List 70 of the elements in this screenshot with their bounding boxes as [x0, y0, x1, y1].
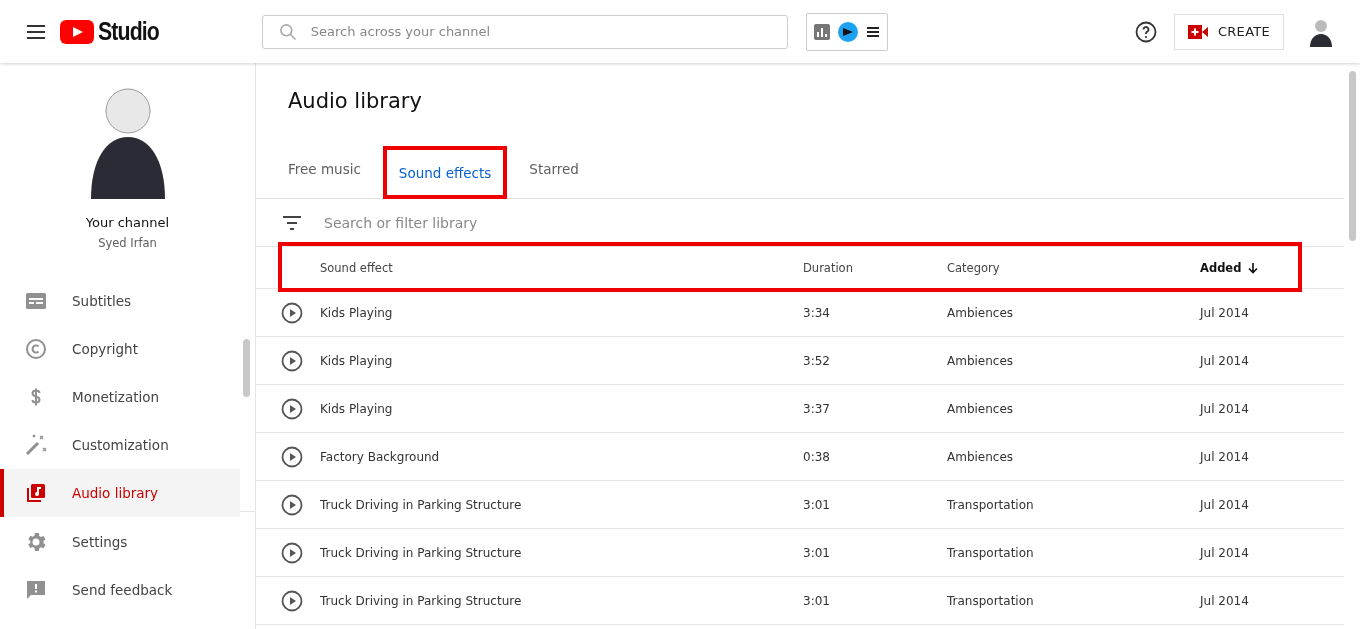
- table-cell-text: 3:52: [803, 353, 831, 368]
- table-cell-text: Jul 2014: [1200, 353, 1250, 368]
- table-cell-text: Kids Playing: [320, 353, 394, 368]
- play-button[interactable]: [280, 588, 304, 613]
- copyright-icon: [24, 337, 48, 361]
- play-badge-icon[interactable]: [837, 21, 858, 42]
- table-cell-text: Transportation: [947, 497, 1035, 512]
- play-logo-icon: [60, 19, 94, 44]
- table-cell-text: Jul 2014: [1200, 545, 1250, 560]
- channel-label: Your channel: [85, 215, 170, 230]
- table-cell-text: Truck Driving in Parking Structure: [320, 545, 523, 560]
- sidebar-item[interactable]: Copyright: [0, 325, 240, 373]
- table-cell-text: Ambiences: [947, 449, 1015, 464]
- channel-name: Syed Irfan: [98, 236, 157, 250]
- column-header[interactable]: Category: [947, 260, 1200, 275]
- search-field[interactable]: Search across your channel: [261, 14, 788, 49]
- play-button[interactable]: [280, 396, 304, 421]
- page-title: Audio library: [288, 89, 423, 115]
- table-cell-text: Jul 2014: [1200, 449, 1250, 464]
- tab[interactable]: Free music: [280, 139, 369, 198]
- play-button[interactable]: [280, 348, 304, 373]
- table-cell-text: 3:01: [803, 545, 831, 560]
- sidebar-item[interactable]: Customization: [0, 421, 240, 469]
- table-cell-text: Transportation: [947, 593, 1035, 608]
- table-cell-text: Kids Playing: [320, 305, 394, 320]
- arrow-down-icon: [1247, 261, 1260, 274]
- sidebar-item[interactable]: Send feedback: [0, 566, 240, 614]
- scrollbar-thumb[interactable]: [1349, 71, 1356, 241]
- feedback-icon: [24, 578, 48, 602]
- play-button[interactable]: [280, 444, 304, 469]
- sidebar-item[interactable]: Audio library: [0, 469, 240, 517]
- table-cell-text: 3:01: [803, 497, 831, 512]
- table-cell-text: 3:37: [803, 401, 831, 416]
- search-icon: [277, 21, 298, 42]
- table-cell-text: Factory Background: [320, 449, 441, 464]
- play-button[interactable]: [280, 492, 304, 517]
- sidebar-item[interactable]: Settings: [0, 518, 240, 566]
- sidebar-item[interactable]: Subtitles: [0, 277, 240, 325]
- bar-chart-icon[interactable]: [813, 23, 830, 40]
- table-cell-text: Ambiences: [947, 305, 1015, 320]
- table-cell-text: Jul 2014: [1200, 305, 1250, 320]
- play-button[interactable]: [280, 300, 304, 325]
- play-button[interactable]: [280, 540, 304, 565]
- help-icon[interactable]: [1134, 19, 1158, 44]
- wand-icon: [24, 433, 48, 457]
- table-cell-text: Jul 2014: [1200, 497, 1250, 512]
- column-header[interactable]: Added: [1200, 260, 1344, 275]
- table-cell-text: Ambiences: [947, 401, 1015, 416]
- table-cell-text: Truck Driving in Parking Structure: [320, 497, 523, 512]
- table-cell-text: 0:38: [803, 449, 831, 464]
- video-camera-icon: [1187, 24, 1208, 39]
- table-cell-text: Transportation: [947, 545, 1035, 560]
- logo-text[interactable]: Studio: [98, 17, 159, 46]
- tab[interactable]: Sound effects: [382, 146, 508, 199]
- table-cell-text: Kids Playing: [320, 401, 394, 416]
- scrollbar-thumb[interactable]: [243, 339, 250, 397]
- table-cell-text: 3:34: [803, 305, 831, 320]
- table-cell-text: Jul 2014: [1200, 401, 1250, 416]
- table-cell-text: 3:01: [803, 593, 831, 608]
- table-cell-text: Ambiences: [947, 353, 1015, 368]
- table-cell-text: Jul 2014: [1200, 593, 1250, 608]
- sidebar-item[interactable]: Monetization: [0, 373, 240, 421]
- column-header[interactable]: Sound effect: [320, 260, 803, 275]
- filter-field[interactable]: Search or filter library: [322, 213, 1344, 232]
- audio-icon: [24, 481, 48, 505]
- table-cell-text: Truck Driving in Parking Structure: [320, 593, 523, 608]
- create-button[interactable]: CREATE: [1174, 13, 1284, 50]
- menu-icon[interactable]: [865, 24, 880, 39]
- column-header[interactable]: Duration: [803, 260, 947, 275]
- tab[interactable]: Starred: [521, 139, 587, 198]
